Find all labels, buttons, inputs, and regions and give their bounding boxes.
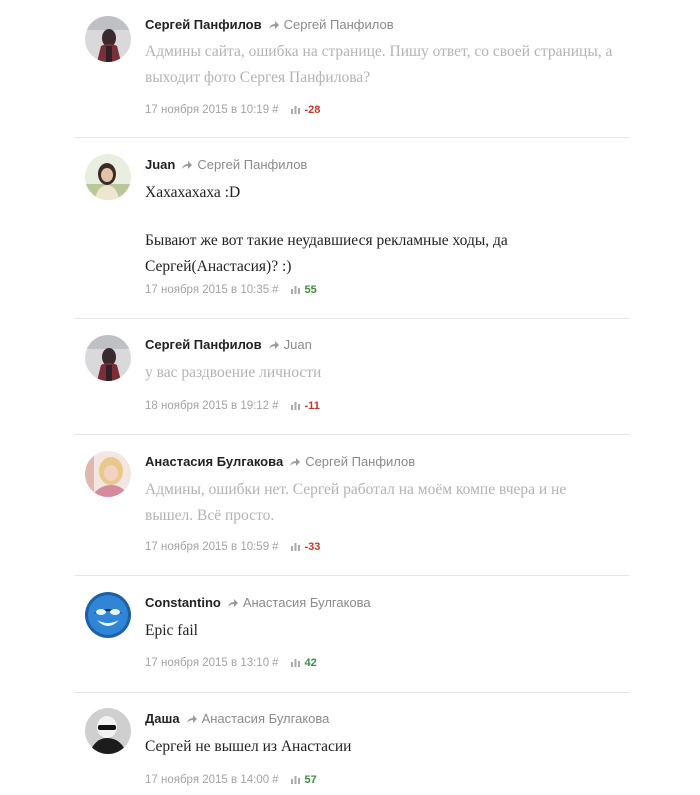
reply-to-name[interactable]: Анастасия Булгакова [202,711,330,726]
comment-score: -28 [304,104,321,116]
comment-score: 57 [304,774,317,786]
rating-bars-icon [290,542,300,554]
comment-paragraph: Бывают же вот такие неудавшиеся рекламны… [145,232,508,275]
comment-text: Хахахахаха :D Бывают же вот такие неудав… [145,180,615,280]
divider [75,137,629,138]
comment-paragraph: Админы, ошибки нет. Сергей работал на мо… [145,481,567,524]
author-name[interactable]: Constantino [145,595,221,610]
rating-bars-icon [290,775,300,787]
comment-date[interactable]: 18 ноября 2015 в 19:12 [145,400,269,412]
reply-to-name[interactable]: Анастасия Булгакова [243,595,371,610]
rating-bars-icon [290,105,300,117]
comment-paragraph: Хахахахаха :D [145,184,241,201]
reply-arrow-icon [268,338,279,354]
reply-to-name[interactable]: Juan [284,337,312,352]
avatar-constantino[interactable] [85,592,131,638]
rating-bars-icon [290,285,300,297]
comment-score: 42 [304,657,317,669]
permalink-hash[interactable]: # [272,657,278,669]
comment-paragraph: Админы сайта, ошибка на странице. Пишу о… [145,43,613,86]
comment-text: у вас раздвоение личности [145,360,615,386]
comment-text: Админы сайта, ошибка на странице. Пишу о… [145,39,615,91]
comment-date[interactable]: 17 ноября 2015 в 14:00 [145,774,269,786]
comment-text: Админы, ошибки нет. Сергей работал на мо… [145,477,615,529]
divider [75,575,629,576]
avatar-anastasia[interactable] [85,451,131,497]
permalink-hash[interactable]: # [272,104,278,116]
avatar-juan[interactable] [85,154,131,200]
rating-bars-icon [290,401,300,413]
comment-score: -33 [304,541,321,553]
reply-arrow-icon [289,455,301,471]
comment-paragraph: Epic fail [145,622,198,639]
reply-to-name[interactable]: Сергей Панфилов [305,454,415,469]
comment-paragraph: у вас раздвоение личности [145,364,322,381]
reply-arrow-icon [227,596,238,612]
permalink-hash[interactable]: # [272,284,278,296]
divider [75,434,629,435]
author-name[interactable]: Анастасия Булгакова [145,454,283,469]
author-name[interactable]: Сергей Панфилов [145,337,262,352]
avatar-sergey[interactable] [85,16,131,62]
comment-text: Сергей не вышел из Анастасии [145,734,615,760]
author-name[interactable]: Даша [145,711,180,726]
comment-date[interactable]: 17 ноября 2015 в 13:10 [145,657,269,669]
author-name[interactable]: Сергей Панфилов [145,17,262,32]
reply-arrow-icon [186,712,197,728]
comment-paragraph: Сергей не вышел из Анастасии [145,738,352,755]
avatar-sergey[interactable] [85,335,131,381]
divider [75,318,629,319]
permalink-hash[interactable]: # [272,541,278,553]
rating-bars-icon [290,658,300,670]
reply-to-name[interactable]: Сергей Панфилов [197,157,307,172]
author-name[interactable]: Juan [145,157,175,172]
divider [75,692,629,693]
reply-to-name[interactable]: Сергей Панфилов [284,17,394,32]
reply-arrow-icon [181,158,193,174]
comment-date[interactable]: 17 ноября 2015 в 10:59 [145,541,269,553]
comment-text: Epic fail [145,618,615,644]
comment-score: 55 [304,284,317,296]
avatar-dasha[interactable] [85,708,131,754]
comment-date[interactable]: 17 ноября 2015 в 10:35 [145,284,269,296]
comment-score: -11 [304,400,320,412]
permalink-hash[interactable]: # [272,774,278,786]
comment-date[interactable]: 17 ноября 2015 в 10:19 [145,104,269,116]
permalink-hash[interactable]: # [272,400,278,412]
reply-arrow-icon [268,18,279,34]
